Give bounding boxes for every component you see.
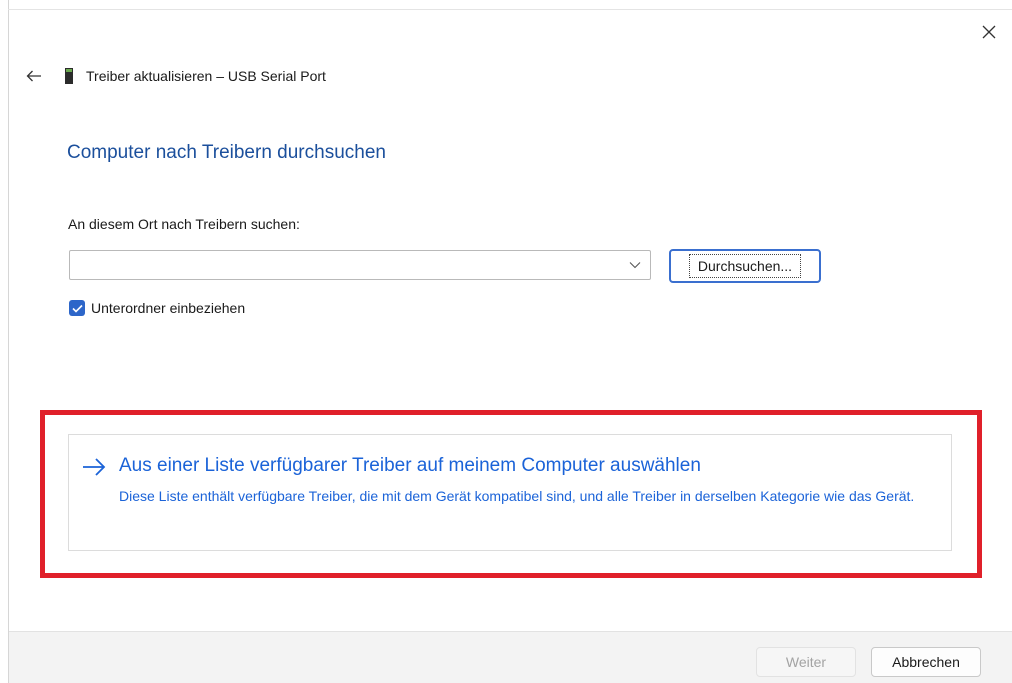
browse-button-label: Durchsuchen...	[688, 254, 802, 278]
browse-button[interactable]: Durchsuchen...	[669, 249, 821, 283]
driver-path-input[interactable]	[70, 251, 620, 279]
next-button[interactable]: Weiter	[756, 647, 856, 677]
driver-path-combobox[interactable]	[69, 250, 651, 280]
cancel-button[interactable]: Abbrechen	[871, 647, 981, 677]
include-subfolders-option[interactable]: Unterordner einbeziehen	[69, 300, 245, 316]
window-left-border	[8, 0, 9, 683]
driver-update-dialog: Treiber aktualisieren – USB Serial Port …	[0, 0, 1012, 683]
arrow-right-icon	[83, 458, 106, 476]
pick-from-list-option[interactable]: Aus einer Liste verfügbarer Treiber auf …	[68, 434, 952, 551]
close-icon	[982, 25, 996, 39]
search-location-label: An diesem Ort nach Treibern suchen:	[68, 216, 300, 232]
page-heading: Computer nach Treibern durchsuchen	[67, 142, 386, 163]
dialog-footer: Weiter Abbrechen	[9, 631, 1012, 683]
dialog-header: Treiber aktualisieren – USB Serial Port	[22, 62, 326, 90]
arrow-left-icon	[26, 70, 41, 82]
pick-from-list-title: Aus einer Liste verfügbarer Treiber auf …	[119, 455, 701, 476]
dialog-title: Treiber aktualisieren – USB Serial Port	[86, 68, 326, 84]
combobox-dropdown-button[interactable]	[620, 251, 650, 279]
pick-from-list-description: Diese Liste enthält verfügbare Treiber, …	[119, 488, 915, 504]
chevron-down-icon	[629, 262, 641, 269]
include-subfolders-label: Unterordner einbeziehen	[91, 300, 246, 316]
checkmark-icon	[71, 304, 83, 313]
usb-device-icon	[64, 67, 74, 85]
include-subfolders-checkbox[interactable]	[69, 300, 85, 316]
back-button[interactable]	[22, 64, 46, 88]
window-top-border	[8, 9, 1012, 10]
close-button[interactable]	[966, 12, 1012, 52]
